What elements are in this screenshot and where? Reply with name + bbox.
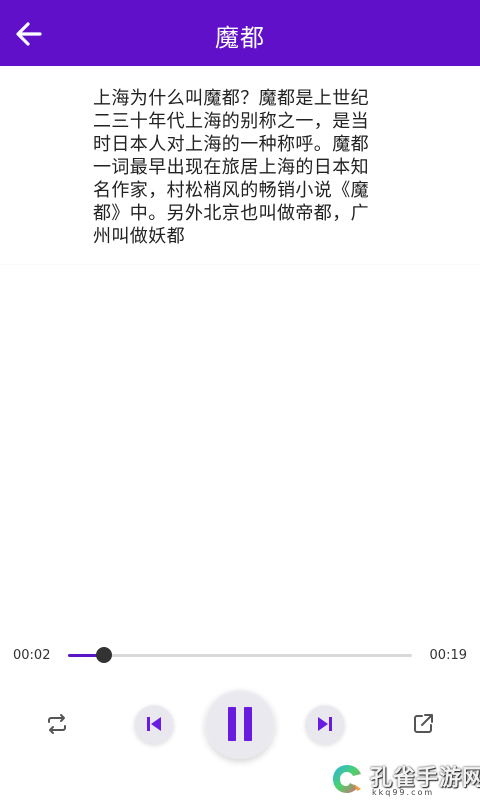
next-button[interactable] [305,704,345,744]
page-title: 魔都 [215,24,265,52]
progress-thumb[interactable] [96,647,113,663]
repeat-button[interactable] [37,704,77,744]
share-button[interactable] [403,704,443,744]
previous-button[interactable] [134,704,174,744]
site-watermark: 孔雀手游网 kkq99.com [330,758,480,800]
peacock-logo-icon [333,765,361,793]
watermark-subtext: kkq99.com [372,788,435,797]
progress-slider[interactable] [68,647,412,663]
total-time: 00:19 [429,648,467,663]
skip-previous-icon [147,717,161,731]
share-external-icon [414,714,433,733]
article-text: 上海为什么叫魔都？魔都是上世纪二三十年代上海的别称之一，是当时日本人对上海的一种… [93,88,369,247]
pause-icon [228,707,252,741]
audio-player-screen: 魔都 上海为什么叫魔都？魔都是上世纪二三十年代上海的别称之一，是当时日本人对上海… [0,0,480,800]
repeat-icon [48,714,66,734]
current-time: 00:02 [13,648,51,663]
skip-next-icon [318,717,332,731]
app-bar: 魔都 [0,0,480,66]
pause-button[interactable] [205,689,275,759]
